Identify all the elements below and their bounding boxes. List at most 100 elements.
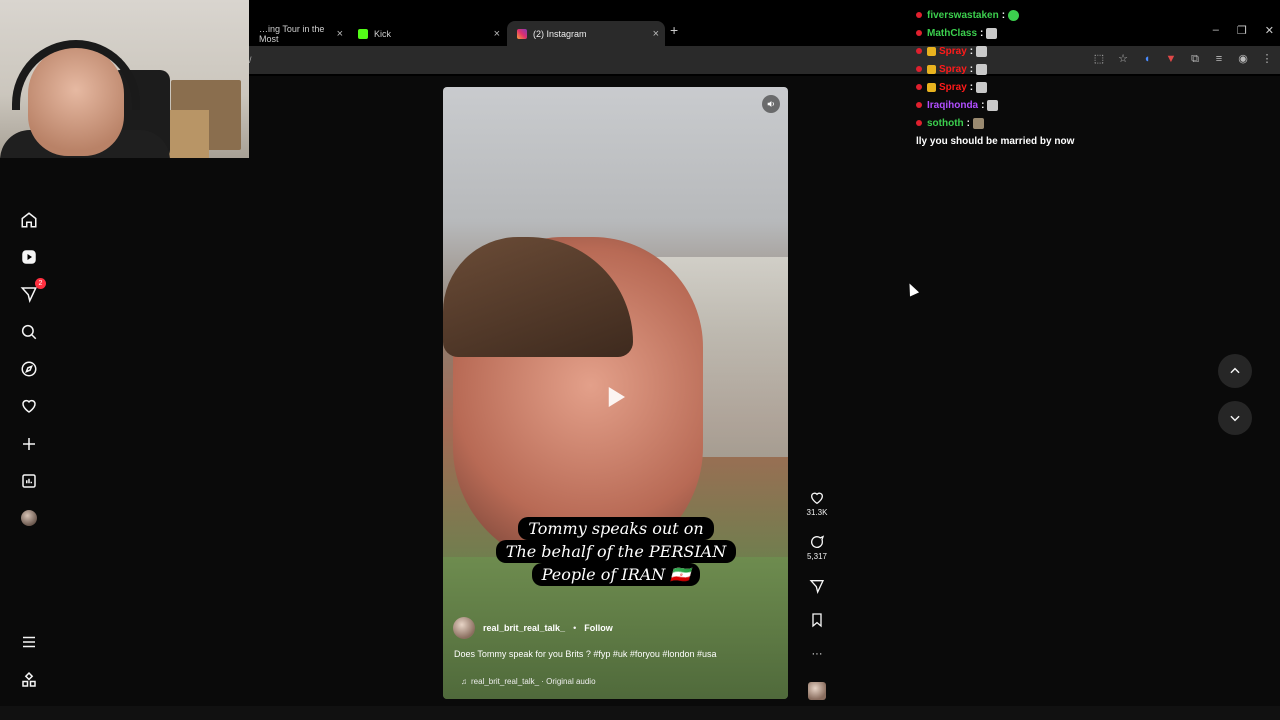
messages-icon[interactable]: 2 (19, 278, 46, 304)
reel-video[interactable]: Tommy speaks out on The behalf of the PE… (443, 87, 788, 699)
chat-status-dot (916, 66, 922, 72)
dashboard-icon[interactable] (19, 471, 39, 491)
chat-text: : (981, 99, 985, 111)
tab-close-icon[interactable]: × (337, 28, 343, 40)
share-button[interactable] (803, 578, 831, 596)
chat-username: sothoth (927, 117, 964, 129)
restore-button[interactable]: ❐ (1237, 24, 1247, 37)
profile-icon[interactable]: ◉ (1236, 52, 1250, 66)
chat-status-dot (916, 120, 922, 126)
instagram-favicon-icon (517, 28, 527, 39)
follow-button[interactable]: Follow (584, 623, 613, 633)
chevron-up-icon (1230, 367, 1240, 374)
video-caption: Tommy speaks out on The behalf of the PE… (491, 517, 741, 586)
audio-avatar[interactable] (803, 682, 831, 700)
save-button[interactable] (803, 612, 831, 630)
emote-icon (986, 27, 998, 39)
chat-status-dot (916, 12, 922, 18)
tab-kick[interactable]: Kick × (348, 21, 506, 46)
apps-icon[interactable] (19, 670, 39, 690)
reels-icon[interactable] (19, 247, 39, 267)
home-icon[interactable] (19, 210, 39, 230)
play-button[interactable] (597, 379, 633, 415)
taskbar-strip (0, 706, 1280, 720)
chat-text: lly you should be married by now (916, 135, 1075, 147)
emote-icon (1008, 9, 1020, 21)
tab-tour[interactable]: …ing Tour in the Most × (249, 21, 349, 46)
speaker-icon (767, 101, 774, 107)
tab-close-icon[interactable]: × (653, 28, 659, 40)
audio-label: real_brit_real_talk_ · Original audio (471, 677, 596, 686)
notifications-icon[interactable] (19, 396, 39, 416)
more-options-button[interactable]: ··· (803, 648, 831, 660)
emote-icon (987, 99, 999, 111)
headset-icon (12, 40, 140, 110)
profile-avatar[interactable] (19, 508, 39, 528)
tab-close-icon[interactable]: × (494, 28, 500, 40)
like-button[interactable]: 31.3K (803, 490, 831, 517)
chat-text: : (1001, 9, 1006, 21)
chat-text: : (969, 63, 974, 75)
chat-message: Spray : (916, 78, 1216, 96)
chat-text: : (980, 27, 984, 39)
chat-username: MathClass (927, 27, 978, 39)
like-count: 31.3K (806, 508, 828, 517)
chat-username: fiverswastaken (927, 9, 999, 21)
chat-message: sothoth : (916, 114, 1216, 132)
emote-icon (973, 117, 984, 129)
music-note-icon: ♫ (461, 677, 467, 686)
comment-count: 5,317 (806, 552, 828, 561)
reel-author: real_brit_real_talk_ • Follow (453, 617, 613, 639)
menu-icon[interactable] (19, 632, 39, 652)
chat-message: lly you should be married by now (916, 132, 1216, 150)
create-icon[interactable] (19, 434, 39, 454)
chevron-down-icon (1230, 415, 1240, 422)
caption-line: The behalf of the PERSIAN (495, 540, 737, 563)
mute-button[interactable] (762, 95, 780, 113)
comment-button[interactable]: 5,317 (803, 534, 831, 561)
explore-icon[interactable] (19, 359, 39, 379)
crown-badge-icon (927, 82, 936, 92)
chat-text: : (966, 117, 970, 129)
chat-status-dot (916, 48, 922, 54)
chat-message: Spray : (916, 60, 1216, 78)
new-tab-button[interactable]: + (670, 22, 678, 38)
next-reel-button[interactable] (1218, 401, 1252, 435)
window-controls: – ❐ ✕ (1213, 24, 1274, 37)
chat-text: : (969, 81, 974, 93)
author-avatar[interactable] (453, 617, 475, 639)
chat-username: Spray (939, 45, 967, 57)
play-icon (608, 387, 625, 407)
tab-label: Kick (374, 28, 392, 39)
comment-icon (811, 535, 825, 548)
heart-icon (810, 492, 824, 505)
chat-status-dot (916, 102, 922, 108)
reel-description[interactable]: Does Tommy speak for you Brits ? #fyp #u… (454, 649, 716, 659)
address-bar[interactable]: / (249, 55, 252, 65)
caption-line: People of IRAN 🇮🇷 (531, 563, 701, 586)
crown-badge-icon (927, 46, 936, 56)
stream-chat-overlay: fiverswastaken : MathClass : Spray : Spr… (916, 6, 1216, 150)
screen: …ing Tour in the Most × Kick × (2) Insta… (0, 0, 1280, 720)
tab-label: …ing Tour in the Most (259, 23, 325, 44)
emote-icon (976, 81, 988, 93)
chat-username: Spray (939, 81, 967, 93)
reel-audio[interactable]: ♫ real_brit_real_talk_ · Original audio (461, 677, 596, 686)
chat-username: Spray (939, 63, 967, 75)
chat-message: fiverswastaken : (916, 6, 1216, 24)
kick-favicon-icon (358, 28, 368, 39)
tab-instagram[interactable]: (2) Instagram × (507, 21, 665, 46)
close-window-button[interactable]: ✕ (1265, 24, 1274, 37)
search-icon[interactable] (19, 322, 39, 342)
caption-line: Tommy speaks out on (518, 517, 714, 540)
chat-message: MathClass : (916, 24, 1216, 42)
author-username[interactable]: real_brit_real_talk_ (483, 623, 565, 633)
chat-message: Spray : (916, 42, 1216, 60)
send-icon (809, 580, 825, 594)
previous-reel-button[interactable] (1218, 354, 1252, 388)
crown-badge-icon (927, 64, 936, 74)
emote-icon (976, 63, 988, 75)
messages-badge: 2 (35, 278, 46, 289)
chat-status-dot (916, 84, 922, 90)
browser-menu-icon[interactable]: ⋮ (1260, 52, 1274, 66)
